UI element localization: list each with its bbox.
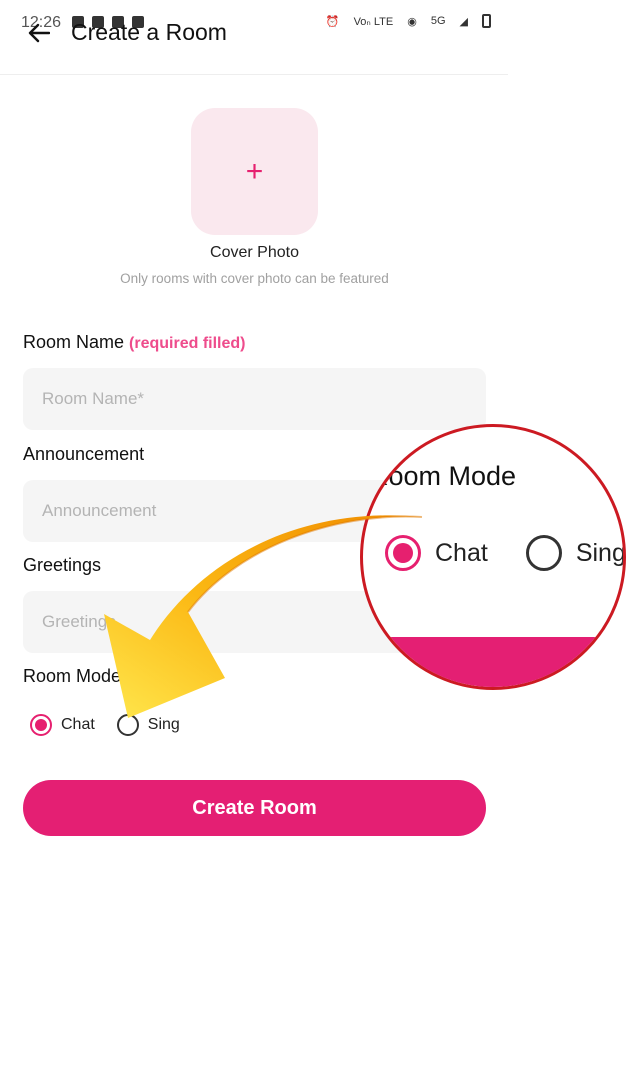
zoom-radio-label: Sing xyxy=(575,538,626,567)
page-title: Create a Room xyxy=(71,19,227,45)
room-name-label: Room Name (required filled) xyxy=(23,332,245,353)
zoom-radio-selected-icon xyxy=(385,535,421,571)
radio-unselected-icon xyxy=(116,714,139,736)
back-arrow-icon xyxy=(28,23,50,43)
back-button[interactable] xyxy=(24,18,54,48)
zoom-callout-button xyxy=(369,637,623,687)
required-note: (required filled) xyxy=(129,335,246,352)
top-bar: Create a Room xyxy=(0,0,508,75)
cover-photo-label: Cover Photo xyxy=(210,244,299,261)
zoom-callout-title: Room Mode xyxy=(369,461,517,491)
plus-icon: + xyxy=(245,154,264,188)
zoom-radio-dot xyxy=(393,543,413,563)
room-mode-option-chat[interactable]: Chat xyxy=(30,714,95,736)
room-mode-radio-group: Chat Sing xyxy=(30,714,202,736)
room-name-input[interactable] xyxy=(23,368,486,430)
zoom-radio-label: Chat xyxy=(435,538,488,567)
zoom-callout-radios: Chat Sing xyxy=(385,535,626,571)
cover-photo-upload[interactable]: + xyxy=(191,108,318,235)
room-mode-label: Room Mode xyxy=(23,666,122,686)
cover-photo-hint: Only rooms with cover photo can be featu… xyxy=(120,271,389,286)
zoom-radio-unselected-icon xyxy=(525,535,562,571)
room-name-label-text: Room Name xyxy=(23,332,125,352)
create-room-button[interactable]: Create Room xyxy=(23,780,486,836)
announcement-label: Announcement xyxy=(23,444,145,464)
radio-dot xyxy=(35,719,47,731)
radio-selected-icon xyxy=(30,714,52,736)
room-mode-option-sing[interactable]: Sing xyxy=(116,714,180,736)
radio-label: Sing xyxy=(147,716,180,733)
greetings-label: Greetings xyxy=(23,555,102,575)
zoom-callout: Room Mode Chat Sing xyxy=(360,424,626,690)
zoom-callout-content: Room Mode Chat Sing xyxy=(363,427,626,687)
radio-label: Chat xyxy=(61,716,95,733)
